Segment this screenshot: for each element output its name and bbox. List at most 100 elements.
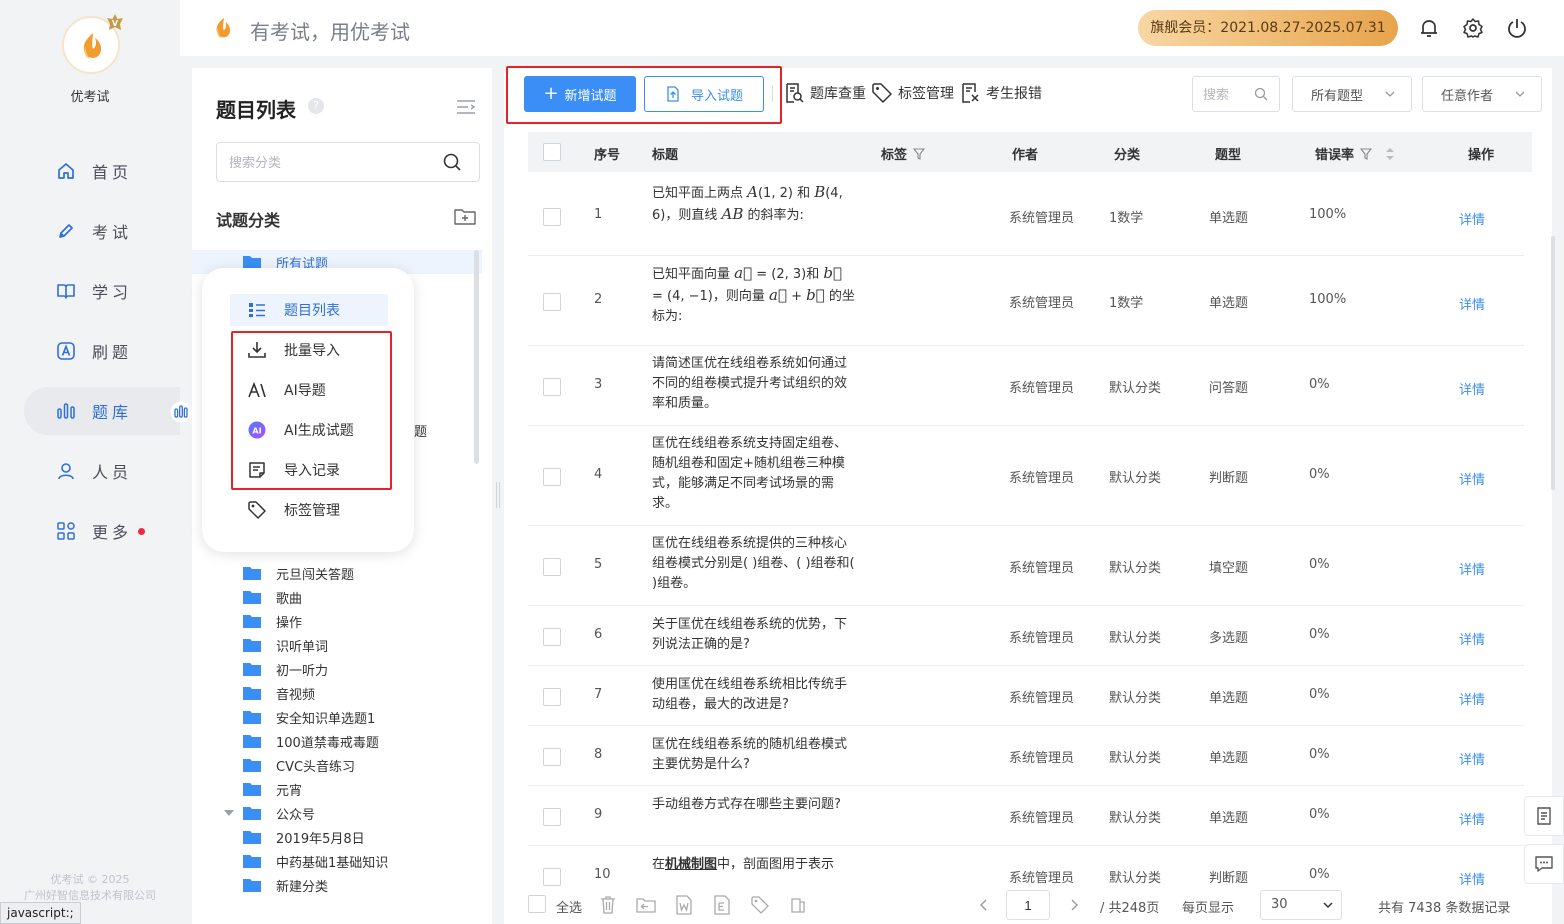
tree-item[interactable]: 识听单词 xyxy=(192,633,482,657)
nav-item-more[interactable]: 更多 xyxy=(24,507,180,555)
bar-chart-icon[interactable] xyxy=(170,401,192,423)
import-questions-button[interactable]: 导入试题 xyxy=(644,76,764,112)
row-checkbox[interactable] xyxy=(543,808,561,826)
question-type-select[interactable]: 所有题型 xyxy=(1292,76,1412,112)
table-row[interactable]: 2 已知平面向量 a⃗ = (2, 3)和 b⃗ = (4, −1)，则向量 a⃗… xyxy=(528,256,1524,346)
tree-item[interactable]: 元宵 xyxy=(192,777,482,801)
filter-icon[interactable] xyxy=(913,148,926,160)
move-folder-icon[interactable] xyxy=(636,895,656,915)
nav-item-study[interactable]: 学习 xyxy=(24,267,180,315)
author-select[interactable]: 任意作者 xyxy=(1422,76,1542,112)
sort-icon[interactable] xyxy=(1386,148,1395,160)
menu-item-batch-import[interactable]: 批量导入 xyxy=(230,334,388,366)
details-link[interactable]: 详情 xyxy=(1459,469,1485,488)
row-checkbox[interactable] xyxy=(543,748,561,766)
table-scrollbar[interactable] xyxy=(1551,236,1555,490)
select-all-checkbox[interactable] xyxy=(543,143,561,161)
page-size-select[interactable]: 30 xyxy=(1260,890,1342,920)
error-report-link[interactable]: 考生报错 xyxy=(960,80,1042,106)
membership-badge[interactable]: 旗舰会员：2021.08.27-2025.07.31 xyxy=(1138,10,1398,46)
help-icon[interactable]: ? xyxy=(308,98,324,114)
filter-icon[interactable] xyxy=(1360,148,1373,160)
bell-icon[interactable] xyxy=(1418,17,1440,39)
row-checkbox[interactable] xyxy=(543,868,561,886)
row-checkbox[interactable] xyxy=(543,688,561,706)
table-row[interactable]: 8 匡优在线组卷系统的随机组卷模式主要优势是什么? 系统管理员 默认分类 单选题 0% 详情 xyxy=(528,726,1524,786)
nav-item-users[interactable]: 人员 xyxy=(24,447,180,495)
gear-icon[interactable] xyxy=(1462,17,1484,39)
nav-item-exam[interactable]: 考试 xyxy=(24,207,180,255)
menu-item-ai-generate[interactable]: AI AI生成试题 xyxy=(230,414,388,446)
tree-item[interactable]: 安全知识单选题1 xyxy=(192,705,482,729)
search-icon[interactable] xyxy=(442,152,462,172)
nav-item-question-bank[interactable]: 题库 xyxy=(24,387,180,435)
add-folder-icon[interactable] xyxy=(454,207,476,225)
table-row[interactable]: 5 匡优在线组卷系统提供的三种核心组卷模式分别是( )组卷、( )组卷和( )组卷… xyxy=(528,526,1524,606)
chevron-right-icon[interactable] xyxy=(1064,895,1084,915)
select-all-checkbox[interactable] xyxy=(528,895,546,913)
dedupe-link[interactable]: 题库查重 xyxy=(784,80,866,106)
tag-management-link[interactable]: 标签管理 xyxy=(872,80,954,106)
column-header-error-rate[interactable]: 错误率 xyxy=(1315,144,1395,163)
details-link[interactable]: 详情 xyxy=(1459,629,1485,648)
tree-item[interactable]: CVC头音练习 xyxy=(192,753,482,777)
tree-item[interactable]: 歌曲 xyxy=(192,585,482,609)
tree-item[interactable]: 新建分类 xyxy=(192,873,482,897)
table-row[interactable]: 9 手动组卷方式存在哪些主要问题? 系统管理员 默认分类 单选题 0% 详情 xyxy=(528,786,1524,846)
row-checkbox[interactable] xyxy=(543,468,561,486)
row-checkbox[interactable] xyxy=(543,208,561,226)
trash-icon[interactable] xyxy=(598,895,618,915)
power-icon[interactable] xyxy=(1506,17,1528,39)
category-search-input[interactable] xyxy=(216,142,480,182)
tree-item[interactable]: 初一听力 xyxy=(192,657,482,681)
details-link[interactable]: 详情 xyxy=(1459,379,1485,398)
menu-item-question-list[interactable]: 题目列表 xyxy=(230,294,388,326)
app-logo[interactable]: V xyxy=(62,14,123,74)
export-word-icon[interactable] xyxy=(674,895,694,915)
search-icon[interactable] xyxy=(1254,87,1268,101)
tree-item[interactable]: 2019年5月8日 xyxy=(192,825,482,849)
table-row[interactable]: 4 匡优在线组卷系统支持固定组卷、随机组卷和固定+随机组卷三种模式，能够满足不同考… xyxy=(528,426,1524,526)
nav-item-practice[interactable]: 刷题 xyxy=(24,327,180,375)
details-link[interactable]: 详情 xyxy=(1459,294,1485,313)
column-header-title: 标题 xyxy=(652,148,679,163)
row-checkbox[interactable] xyxy=(543,378,561,396)
column-header-tags[interactable]: 标签 xyxy=(881,144,926,163)
tree-scrollbar[interactable] xyxy=(474,250,479,464)
row-checkbox[interactable] xyxy=(543,293,561,311)
plus-icon: + xyxy=(543,83,559,104)
menu-item-import-records[interactable]: 导入记录 xyxy=(230,454,388,486)
export-excel-icon[interactable] xyxy=(712,895,732,915)
menu-item-ai-import[interactable]: AI导题 xyxy=(230,374,388,406)
row-type: 单选题 xyxy=(1209,811,1249,826)
tree-item[interactable]: 中药基础1基础知识 xyxy=(192,849,482,873)
table-row[interactable]: 6 关于匡优在线组卷系统的优势，下列说法正确的是? 系统管理员 默认分类 多选题 0% 详情 xyxy=(528,606,1524,666)
nav-item-home[interactable]: 首页 xyxy=(24,147,180,195)
page-number-input[interactable] xyxy=(1006,890,1050,920)
caret-down-icon[interactable] xyxy=(224,810,234,816)
table-row[interactable]: 7 使用匡优在线组卷系统相比传统手动组卷，最大的改进是? 系统管理员 默认分类 单选题 0… xyxy=(528,666,1524,726)
tree-item[interactable]: 元旦闯关答题 xyxy=(192,561,482,585)
details-link[interactable]: 详情 xyxy=(1459,749,1485,768)
tree-item[interactable]: 操作 xyxy=(192,609,482,633)
chevron-left-icon[interactable] xyxy=(974,895,994,915)
details-link[interactable]: 详情 xyxy=(1459,809,1485,828)
panel-resize-handle[interactable] xyxy=(496,482,500,508)
tag-batch-icon[interactable] xyxy=(750,895,770,915)
copy-icon[interactable] xyxy=(788,895,808,915)
table-row[interactable]: 1 已知平面上两点 A(1, 2) 和 B(4, 6)，则直线 AB 的斜率为: 系… xyxy=(528,176,1524,256)
row-checkbox[interactable] xyxy=(543,558,561,576)
menu-item-tag-management[interactable]: 标签管理 xyxy=(230,494,388,526)
tree-item[interactable]: 100道禁毒戒毒题 xyxy=(192,729,482,753)
collapse-menu-icon[interactable] xyxy=(456,98,476,116)
floating-chat-button[interactable] xyxy=(1524,844,1564,884)
add-question-button[interactable]: + 新增试题 xyxy=(524,76,636,112)
row-checkbox[interactable] xyxy=(543,628,561,646)
floating-doc-button[interactable] xyxy=(1524,796,1564,836)
tree-item[interactable]: 音视频 xyxy=(192,681,482,705)
details-link[interactable]: 详情 xyxy=(1459,209,1485,228)
table-row[interactable]: 3 请简述匡优在线组卷系统如何通过不同的组卷模式提升考试组织的效率和质量。 系统管理… xyxy=(528,346,1524,426)
details-link[interactable]: 详情 xyxy=(1459,559,1485,578)
details-link[interactable]: 详情 xyxy=(1459,689,1485,708)
tree-item[interactable]: 公众号 xyxy=(192,801,482,825)
